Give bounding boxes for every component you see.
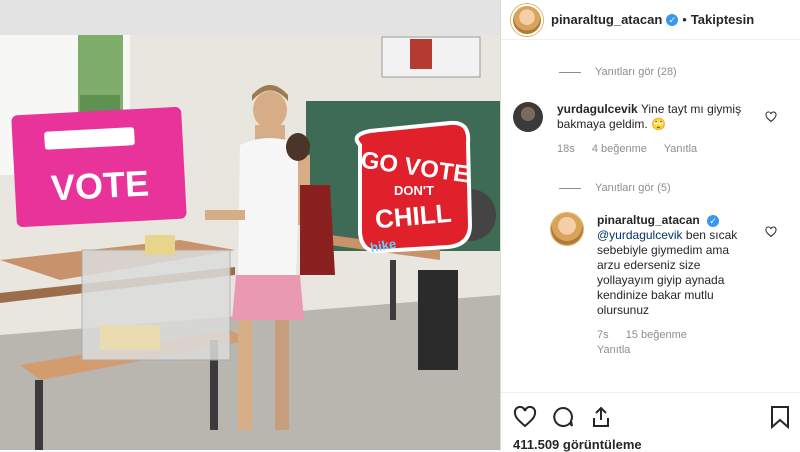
comment-username[interactable]: yurdagulcevik <box>557 102 638 116</box>
action-icons-row <box>513 405 793 431</box>
reply-body: pinaraltug_atacan ✓ @yurdagulcevik ben s… <box>597 213 747 358</box>
post-actions: 411.509 görüntüleme <box>501 392 800 452</box>
reply-likes[interactable]: 15 beğenme <box>626 329 687 341</box>
verified-badge-icon: ✓ <box>666 13 679 26</box>
view-replies-label-1: Yanıtları gör (28) <box>595 66 677 78</box>
reply-username[interactable]: pinaraltug_atacan <box>597 213 700 227</box>
view-replies-button-1[interactable]: Yanıtları gör (28) <box>559 66 677 78</box>
verified-badge-icon: ✓ <box>707 214 720 227</box>
commenter-avatar[interactable] <box>513 102 543 132</box>
comment-like-heart-icon[interactable] <box>765 111 777 123</box>
comment-meta: 18s 4 beğenme Yanıtla <box>557 142 757 157</box>
bookmark-icon[interactable] <box>769 405 791 429</box>
replies-line-icon <box>559 71 581 73</box>
comment-body: yurdagulcevik Yine tayt mı giymiş bakmay… <box>557 102 757 157</box>
go-vote-line2: DON'T <box>394 183 434 198</box>
vote-sticker-label: VOTE <box>50 162 150 208</box>
comment-time[interactable]: 18s <box>557 143 575 155</box>
media-top-strip <box>0 0 500 35</box>
author-avatar[interactable] <box>511 3 543 36</box>
post-photo[interactable]: VOTE GO VOTE DON'T CHILL hike <box>0 35 500 450</box>
comment-bubble-icon[interactable] <box>551 405 575 429</box>
comments-list[interactable]: Yanıtları gör (28) yurdagulcevik Yine ta… <box>501 40 800 392</box>
reply-item: pinaraltug_atacan ✓ @yurdagulcevik ben s… <box>551 213 747 358</box>
comment-reply-button[interactable]: Yanıtla <box>664 143 697 155</box>
comment-likes[interactable]: 4 beğenme <box>592 143 647 155</box>
view-replies-button-2[interactable]: Yanıtları gör (5) <box>559 182 671 194</box>
go-vote-sticker: GO VOTE DON'T CHILL hike <box>354 120 473 255</box>
reply-meta: 7s 15 beğenme Yanıtla <box>597 328 747 358</box>
replies-line-icon <box>559 187 581 189</box>
reply-reply-button[interactable]: Yanıtla <box>597 344 630 356</box>
comment-item: yurdagulcevik Yine tayt mı giymiş bakmay… <box>513 102 757 157</box>
header-separator: • <box>682 12 687 27</box>
post-media[interactable]: VOTE GO VOTE DON'T CHILL hike <box>0 0 500 450</box>
reply-mention-link[interactable]: @yurdagulcevik <box>597 228 683 242</box>
reply-author-avatar[interactable] <box>551 213 583 245</box>
author-username[interactable]: pinaraltug_atacan <box>551 12 662 27</box>
vote-sticker: VOTE <box>11 106 187 228</box>
post-header: pinaraltug_atacan ✓ • Takiptesin <box>501 0 800 40</box>
follow-status-button[interactable]: Takiptesin <box>691 12 754 27</box>
post-side-panel: pinaraltug_atacan ✓ • Takiptesin Yanıtla… <box>500 0 800 452</box>
reply-like-heart-icon[interactable] <box>765 226 777 238</box>
share-icon[interactable] <box>589 405 613 429</box>
like-heart-icon[interactable] <box>513 405 537 429</box>
reply-time[interactable]: 7s <box>597 329 609 341</box>
view-replies-label-2: Yanıtları gör (5) <box>595 182 671 194</box>
